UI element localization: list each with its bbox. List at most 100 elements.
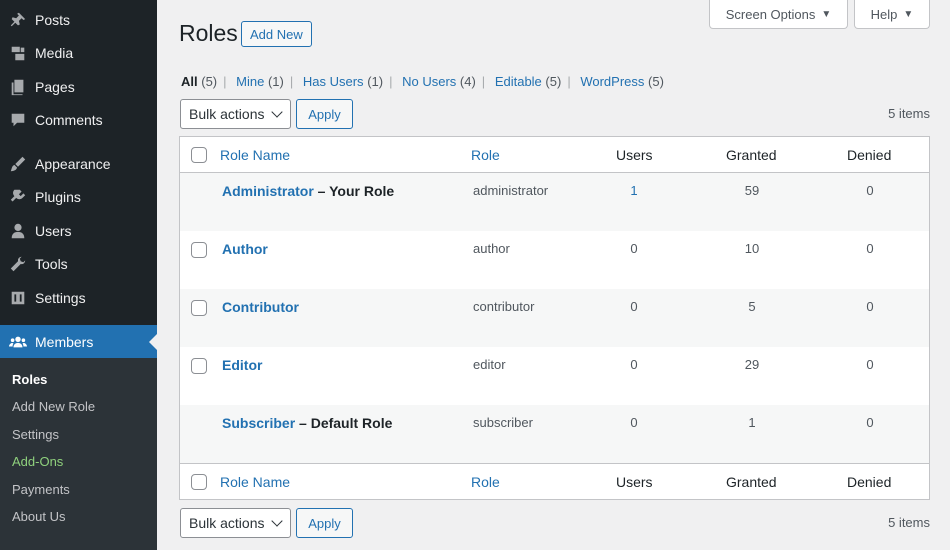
users-count: 0	[630, 415, 638, 430]
bulk-actions-select-bottom[interactable]: Bulk actions	[180, 508, 291, 538]
media-icon	[0, 44, 35, 62]
table-row: Subscriber – Default Role subscriber 0 1…	[180, 405, 929, 463]
column-header-role-name[interactable]: Role Name	[220, 147, 290, 163]
filter-separator: |	[223, 74, 227, 89]
submenu-item-settings[interactable]: Settings	[12, 427, 59, 442]
column-header-role[interactable]: Role	[471, 147, 500, 163]
role-name-link[interactable]: Contributor	[222, 299, 299, 315]
filter-count: (1)	[367, 74, 384, 89]
row-checkbox[interactable]	[191, 358, 207, 374]
granted-count: 10	[744, 241, 760, 256]
denied-count: 0	[866, 415, 874, 430]
admin-sidebar: Posts Media Pages Comments Appearance Pl…	[0, 0, 157, 550]
pages-icon	[0, 78, 35, 96]
filter-mine[interactable]: Mine	[236, 74, 264, 89]
bulk-actions-select-top[interactable]: Bulk actions	[180, 99, 291, 129]
sidebar-item-tools[interactable]: Tools	[0, 247, 157, 281]
sidebar-item-comments[interactable]: Comments	[0, 103, 157, 137]
role-slug: author	[473, 241, 510, 256]
submenu-item-add-new-role[interactable]: Add New Role	[12, 399, 95, 414]
screen-options-label: Screen Options	[725, 6, 816, 22]
brush-icon	[0, 155, 35, 173]
column-footer-role-name[interactable]: Role Name	[220, 474, 290, 490]
filter-count: (5)	[545, 74, 562, 89]
role-name-link[interactable]: Author	[222, 241, 268, 257]
role-name-link[interactable]: Administrator	[222, 183, 314, 199]
current-menu-arrow	[149, 334, 157, 350]
apply-button-bottom[interactable]: Apply	[296, 508, 353, 538]
select-all-checkbox-footer[interactable]	[191, 474, 207, 490]
filter-separator: |	[481, 74, 486, 89]
role-title: Subscriber – Default Role	[222, 415, 392, 431]
filter-separator: |	[289, 74, 294, 89]
filter-count: (5)	[201, 74, 218, 89]
sidebar-item-settings[interactable]: Settings	[0, 281, 157, 315]
role-title: Contributor	[222, 299, 299, 315]
filter-all[interactable]: All	[181, 74, 198, 89]
sidebar-item-label: Appearance	[35, 156, 111, 172]
submenu-item-payments[interactable]: Payments	[12, 482, 70, 497]
filter-separator: |	[567, 74, 571, 89]
caret-down-icon: ▼	[903, 8, 914, 20]
role-slug: editor	[473, 357, 506, 372]
submenu-item-about-us[interactable]: About Us	[12, 509, 65, 524]
sidebar-item-plugins[interactable]: Plugins	[0, 180, 157, 214]
submenu-item-roles[interactable]: Roles	[12, 372, 47, 387]
granted-count: 5	[748, 299, 756, 314]
apply-button-top[interactable]: Apply	[296, 99, 353, 129]
column-footer-role[interactable]: Role	[471, 474, 500, 490]
column-header-denied: Denied	[847, 147, 892, 163]
pin-icon	[0, 11, 35, 29]
items-count-top: 5 items	[888, 106, 930, 121]
users-count-link[interactable]: 1	[604, 183, 664, 198]
members-submenu: Roles Add New Role Settings Add-Ons Paym…	[0, 358, 157, 550]
chevron-down-icon	[271, 106, 283, 118]
granted-count: 1	[748, 415, 756, 430]
filter-wordpress[interactable]: WordPress	[580, 74, 644, 89]
sidebar-item-appearance[interactable]: Appearance	[0, 147, 157, 181]
sidebar-item-label: Users	[35, 223, 72, 239]
filter-editable[interactable]: Editable	[495, 74, 542, 89]
sidebar-item-label: Tools	[35, 256, 68, 272]
sidebar-item-pages[interactable]: Pages	[0, 70, 157, 104]
add-new-button[interactable]: Add New	[241, 21, 312, 47]
table-row: Contributor contributor 0 5 0	[180, 289, 929, 347]
role-suffix: – Default Role	[295, 415, 393, 431]
comment-icon	[0, 111, 35, 129]
sidebar-item-label: Plugins	[35, 189, 81, 205]
granted-count: 59	[744, 183, 760, 198]
filter-count: (5)	[648, 74, 664, 89]
filter-has-users[interactable]: Has Users	[303, 74, 364, 89]
role-suffix: – Your Role	[313, 183, 395, 199]
sidebar-item-posts[interactable]: Posts	[0, 3, 157, 37]
row-checkbox[interactable]	[191, 300, 207, 316]
table-row: Author author 0 10 0	[180, 231, 929, 289]
items-count-bottom: 5 items	[888, 515, 930, 530]
column-footer-granted: Granted	[726, 474, 777, 490]
granted-count: 29	[744, 357, 760, 372]
sidebar-item-media[interactable]: Media	[0, 36, 157, 70]
filter-count: (4)	[459, 74, 476, 89]
sidebar-item-users[interactable]: Users	[0, 214, 157, 248]
sidebar-item-label: Settings	[35, 290, 86, 306]
select-all-checkbox[interactable]	[191, 147, 207, 163]
filter-no-users[interactable]: No Users	[402, 74, 456, 89]
bulk-actions-label: Bulk actions	[189, 106, 265, 122]
sidebar-item-members[interactable]: Members	[0, 325, 157, 359]
submenu-item-add-ons[interactable]: Add-Ons	[12, 454, 63, 469]
role-slug: subscriber	[473, 415, 533, 430]
table-row: Administrator – Your Role administrator …	[180, 173, 929, 231]
help-button[interactable]: Help ▼	[854, 0, 930, 29]
column-footer-denied: Denied	[847, 474, 892, 490]
denied-count: 0	[866, 299, 874, 314]
chevron-down-icon	[271, 515, 283, 527]
groups-icon	[0, 333, 35, 351]
plug-icon	[0, 188, 35, 206]
table-row: Editor editor 0 29 0	[180, 347, 929, 405]
role-title: Author	[222, 241, 268, 257]
role-name-link[interactable]: Subscriber	[222, 415, 295, 431]
screen-options-button[interactable]: Screen Options ▼	[709, 0, 848, 29]
filter-separator: |	[389, 74, 393, 89]
row-checkbox[interactable]	[191, 242, 207, 258]
role-name-link[interactable]: Editor	[222, 357, 262, 373]
